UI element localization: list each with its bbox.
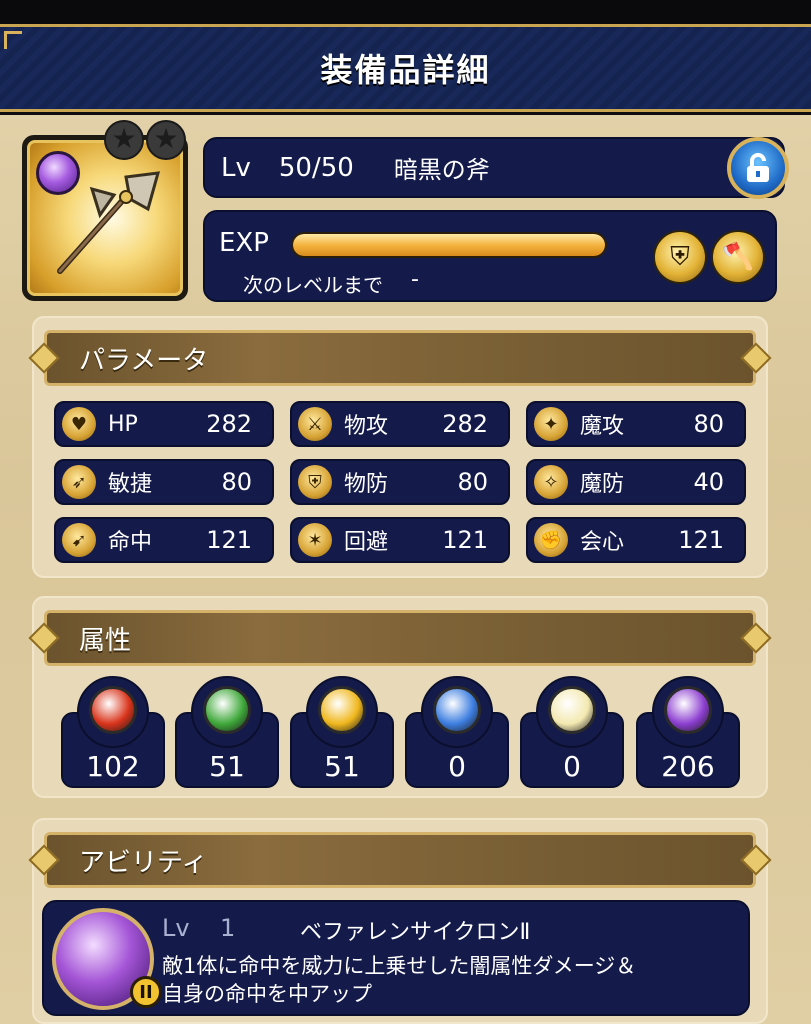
level-label: Lv: [221, 152, 251, 183]
ability-title: アビリティ: [79, 847, 208, 878]
rarity-stars: ★ ★: [104, 120, 186, 160]
header-corner-ornament: [4, 31, 22, 49]
page-title: 装備品詳細: [320, 51, 491, 89]
fist-icon: ✊: [534, 523, 568, 557]
level-value: 50/50: [278, 152, 354, 183]
axe-icon[interactable]: 🪓: [711, 230, 765, 284]
star-icon: ★: [146, 120, 186, 160]
heart-icon: ♥: [62, 407, 96, 441]
ability-level-value: 1: [220, 914, 236, 942]
stat-hp: ♥ HP 282: [54, 401, 274, 447]
attributes-title: 属性: [79, 625, 132, 656]
element-fire: 102: [61, 676, 165, 788]
attributes-header: 属性: [28, 610, 772, 666]
status-bar: [0, 0, 811, 24]
stat-physical-defense: ⛨ 物防 80: [290, 459, 510, 505]
light-orb-icon: [548, 686, 596, 734]
lock-open-icon[interactable]: [727, 137, 789, 199]
ability-rank-badge: II: [130, 976, 162, 1008]
wand-icon: ✦: [534, 407, 568, 441]
ability-description: 敵1体に命中を威力に上乗せした闇属性ダメージ＆ 自身の命中を中アップ: [162, 954, 637, 1006]
boot-icon: ➶: [62, 465, 96, 499]
ability-card[interactable]: II Lv 1 ベファレンサイクロンⅡ 敵1体に命中を威力に上乗せした闇属性ダメ…: [42, 900, 750, 1016]
fire-orb-icon: [89, 686, 137, 734]
exp-progress-bar: [291, 232, 607, 258]
sword-icon: ⚔: [298, 407, 332, 441]
exp-panel: EXP 次のレベルまで - ⛨ 🪓: [203, 210, 777, 302]
ability-header: アビリティ: [28, 832, 772, 888]
magic-shield-icon: ✧: [534, 465, 568, 499]
element-wind: 51: [175, 676, 279, 788]
stat-accuracy: ➹ 命中 121: [54, 517, 274, 563]
thunder-orb-icon: [318, 686, 366, 734]
page-header: 装備品詳細: [0, 24, 811, 112]
exp-label: EXP: [219, 228, 269, 258]
wind-orb-icon: [203, 686, 251, 734]
exp-progress-fill: [293, 234, 605, 256]
ability-level-label: Lv: [162, 914, 190, 942]
element-ice: 0: [405, 676, 509, 788]
ability-name: ベファレンサイクロンⅡ: [300, 920, 531, 945]
stat-magic-attack: ✦ 魔攻 80: [526, 401, 746, 447]
bow-icon: ➹: [62, 523, 96, 557]
next-level-value: -: [411, 267, 419, 292]
star-icon: ★: [104, 120, 144, 160]
element-thunder: 51: [290, 676, 394, 788]
item-level-panel: Lv 50/50 暗黒の斧: [203, 137, 785, 198]
stat-physical-attack: ⚔ 物攻 282: [290, 401, 510, 447]
ice-orb-icon: [433, 686, 481, 734]
dark-orb-icon: [664, 686, 712, 734]
parameters-header: パラメータ: [28, 330, 772, 386]
parameters-title: パラメータ: [79, 345, 209, 376]
dodge-icon: ✶: [298, 523, 332, 557]
stat-critical: ✊ 会心 121: [526, 517, 746, 563]
element-light: 0: [520, 676, 624, 788]
axe-icon: [57, 171, 161, 274]
stat-evasion: ✶ 回避 121: [290, 517, 510, 563]
weapon-name: 暗黒の斧: [393, 156, 490, 184]
stat-agility: ➶ 敏捷 80: [54, 459, 274, 505]
shield-crest-icon[interactable]: ⛨: [653, 230, 707, 284]
shield-icon: ⛨: [298, 465, 332, 499]
element-dark: 206: [636, 676, 740, 788]
next-level-label: 次のレベルまで: [243, 273, 383, 297]
stat-magic-defense: ✧ 魔防 40: [526, 459, 746, 505]
